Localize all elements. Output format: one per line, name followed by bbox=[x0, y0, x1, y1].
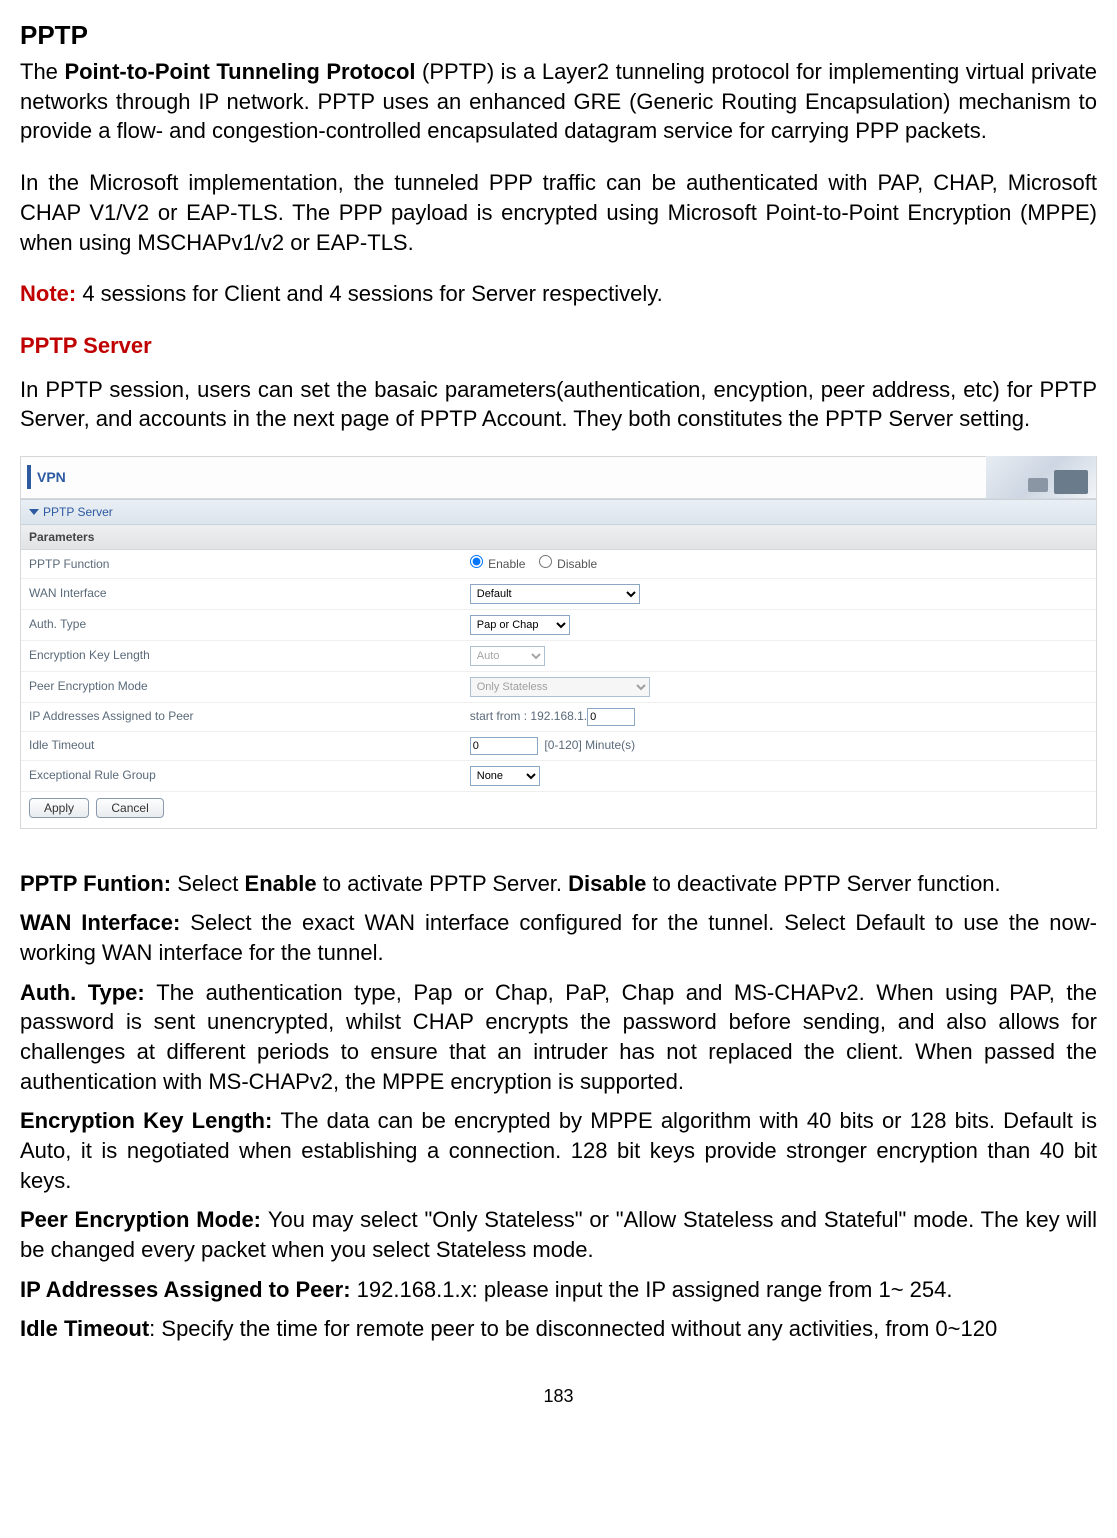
vpn-header-image bbox=[986, 456, 1096, 498]
idle-timeout-suffix: [0-120] Minute(s) bbox=[544, 738, 635, 752]
page-number: 183 bbox=[20, 1384, 1097, 1408]
desc-t3: to deactivate PPTP Server function. bbox=[646, 871, 1000, 896]
label-pptp-function: PPTP Function bbox=[21, 550, 462, 578]
label-exc-rule: Exceptional Rule Group bbox=[21, 760, 462, 791]
row-wan-interface: WAN Interface Default bbox=[21, 578, 1096, 609]
radio-enable-label[interactable]: Enable bbox=[470, 557, 526, 571]
pptp-server-heading: PPTP Server bbox=[20, 331, 1097, 361]
desc-b2: Disable bbox=[568, 871, 646, 896]
row-exc-rule: Exceptional Rule Group None bbox=[21, 760, 1096, 791]
desc-idle-timeout-label: Idle Timeout bbox=[20, 1316, 149, 1341]
parameters-bar: Parameters bbox=[21, 525, 1096, 550]
ip-prefix: start from : 192.168.1. bbox=[470, 709, 587, 723]
note-label: Note: bbox=[20, 281, 76, 306]
desc-b1: Enable bbox=[245, 871, 317, 896]
desc-pptp-function: PPTP Funtion: Select Enable to activate … bbox=[20, 869, 1097, 899]
desc-auth-type: Auth. Type: The authentication type, Pap… bbox=[20, 978, 1097, 1097]
chevron-down-icon bbox=[29, 509, 39, 515]
desc-wan-interface: WAN Interface: Select the exact WAN inte… bbox=[20, 908, 1097, 967]
desc-peer-enc-mode: Peer Encryption Mode: You may select "On… bbox=[20, 1205, 1097, 1264]
intro-text-before: The bbox=[20, 59, 64, 84]
select-peer-enc-mode[interactable]: Only Stateless bbox=[470, 677, 650, 697]
vpn-title: VPN bbox=[37, 468, 66, 487]
pptp-server-desc: In PPTP session, users can set the basai… bbox=[20, 375, 1097, 434]
vpn-header: VPN bbox=[21, 457, 1096, 499]
page-title: PPTP bbox=[20, 18, 1097, 53]
input-ip-last-octet[interactable] bbox=[587, 708, 635, 726]
vpn-accent-bar bbox=[27, 465, 31, 489]
button-row: Apply Cancel bbox=[21, 792, 1096, 828]
desc-auth-type-label: Auth. Type: bbox=[20, 980, 156, 1005]
row-auth-type: Auth. Type Pap or Chap bbox=[21, 609, 1096, 640]
select-exc-rule[interactable]: None bbox=[470, 766, 540, 786]
intro-bold-term: Point-to-Point Tunneling Protocol bbox=[64, 59, 415, 84]
label-wan-interface: WAN Interface bbox=[21, 578, 462, 609]
value-pptp-function: Enable Disable bbox=[462, 550, 1096, 578]
desc-ip-assigned-label: IP Addresses Assigned to Peer: bbox=[20, 1277, 357, 1302]
config-screenshot: VPN PPTP Server Parameters PPTP Function… bbox=[20, 456, 1097, 829]
intro-paragraph-2: In the Microsoft implementation, the tun… bbox=[20, 168, 1097, 257]
select-wan-interface[interactable]: Default bbox=[470, 584, 640, 604]
row-pptp-function: PPTP Function Enable Disable bbox=[21, 550, 1096, 578]
row-enc-key-len: Encryption Key Length Auto bbox=[21, 640, 1096, 671]
label-idle-timeout: Idle Timeout bbox=[21, 731, 462, 760]
desc-enc-key-len-label: Encryption Key Length: bbox=[20, 1108, 281, 1133]
desc-t2: to activate PPTP Server. bbox=[317, 871, 569, 896]
radio-disable-label[interactable]: Disable bbox=[539, 557, 597, 571]
label-auth-type: Auth. Type bbox=[21, 609, 462, 640]
vpn-header-left: VPN bbox=[21, 465, 66, 489]
desc-ip-assigned-text: 192.168.1.x: please input the IP assigne… bbox=[357, 1277, 953, 1302]
radio-disable-text: Disable bbox=[557, 557, 597, 571]
apply-button[interactable]: Apply bbox=[29, 798, 89, 818]
radio-enable-text: Enable bbox=[488, 557, 525, 571]
section-bar-title: PPTP Server bbox=[43, 504, 113, 520]
cancel-button[interactable]: Cancel bbox=[96, 798, 163, 818]
row-peer-enc-mode: Peer Encryption Mode Only Stateless bbox=[21, 671, 1096, 702]
desc-ip-assigned: IP Addresses Assigned to Peer: 192.168.1… bbox=[20, 1275, 1097, 1305]
desc-wan-interface-label: WAN Interface: bbox=[20, 910, 190, 935]
parameters-table: PPTP Function Enable Disable WAN Interfa… bbox=[21, 550, 1096, 791]
pptp-server-section-bar[interactable]: PPTP Server bbox=[21, 499, 1096, 525]
desc-idle-timeout-text: : Specify the time for remote peer to be… bbox=[149, 1316, 997, 1341]
desc-auth-type-text: The authentication type, Pap or Chap, Pa… bbox=[20, 980, 1097, 1094]
row-ip-assigned: IP Addresses Assigned to Peer start from… bbox=[21, 702, 1096, 731]
note-text: 4 sessions for Client and 4 sessions for… bbox=[76, 281, 663, 306]
desc-enc-key-len: Encryption Key Length: The data can be e… bbox=[20, 1106, 1097, 1195]
intro-paragraph-1: The Point-to-Point Tunneling Protocol (P… bbox=[20, 57, 1097, 146]
desc-idle-timeout: Idle Timeout: Specify the time for remot… bbox=[20, 1314, 1097, 1344]
desc-peer-enc-mode-label: Peer Encryption Mode: bbox=[20, 1207, 268, 1232]
radio-disable[interactable] bbox=[539, 555, 552, 568]
desc-t1: Select bbox=[177, 871, 244, 896]
select-enc-key-len[interactable]: Auto bbox=[470, 646, 545, 666]
select-auth-type[interactable]: Pap or Chap bbox=[470, 615, 570, 635]
label-ip-assigned: IP Addresses Assigned to Peer bbox=[21, 702, 462, 731]
radio-enable[interactable] bbox=[470, 555, 483, 568]
row-idle-timeout: Idle Timeout [0-120] Minute(s) bbox=[21, 731, 1096, 760]
desc-pptp-function-label: PPTP Funtion: bbox=[20, 871, 177, 896]
input-idle-timeout[interactable] bbox=[470, 737, 538, 755]
label-enc-key-len: Encryption Key Length bbox=[21, 640, 462, 671]
label-peer-enc-mode: Peer Encryption Mode bbox=[21, 671, 462, 702]
note-line: Note: 4 sessions for Client and 4 sessio… bbox=[20, 279, 1097, 309]
